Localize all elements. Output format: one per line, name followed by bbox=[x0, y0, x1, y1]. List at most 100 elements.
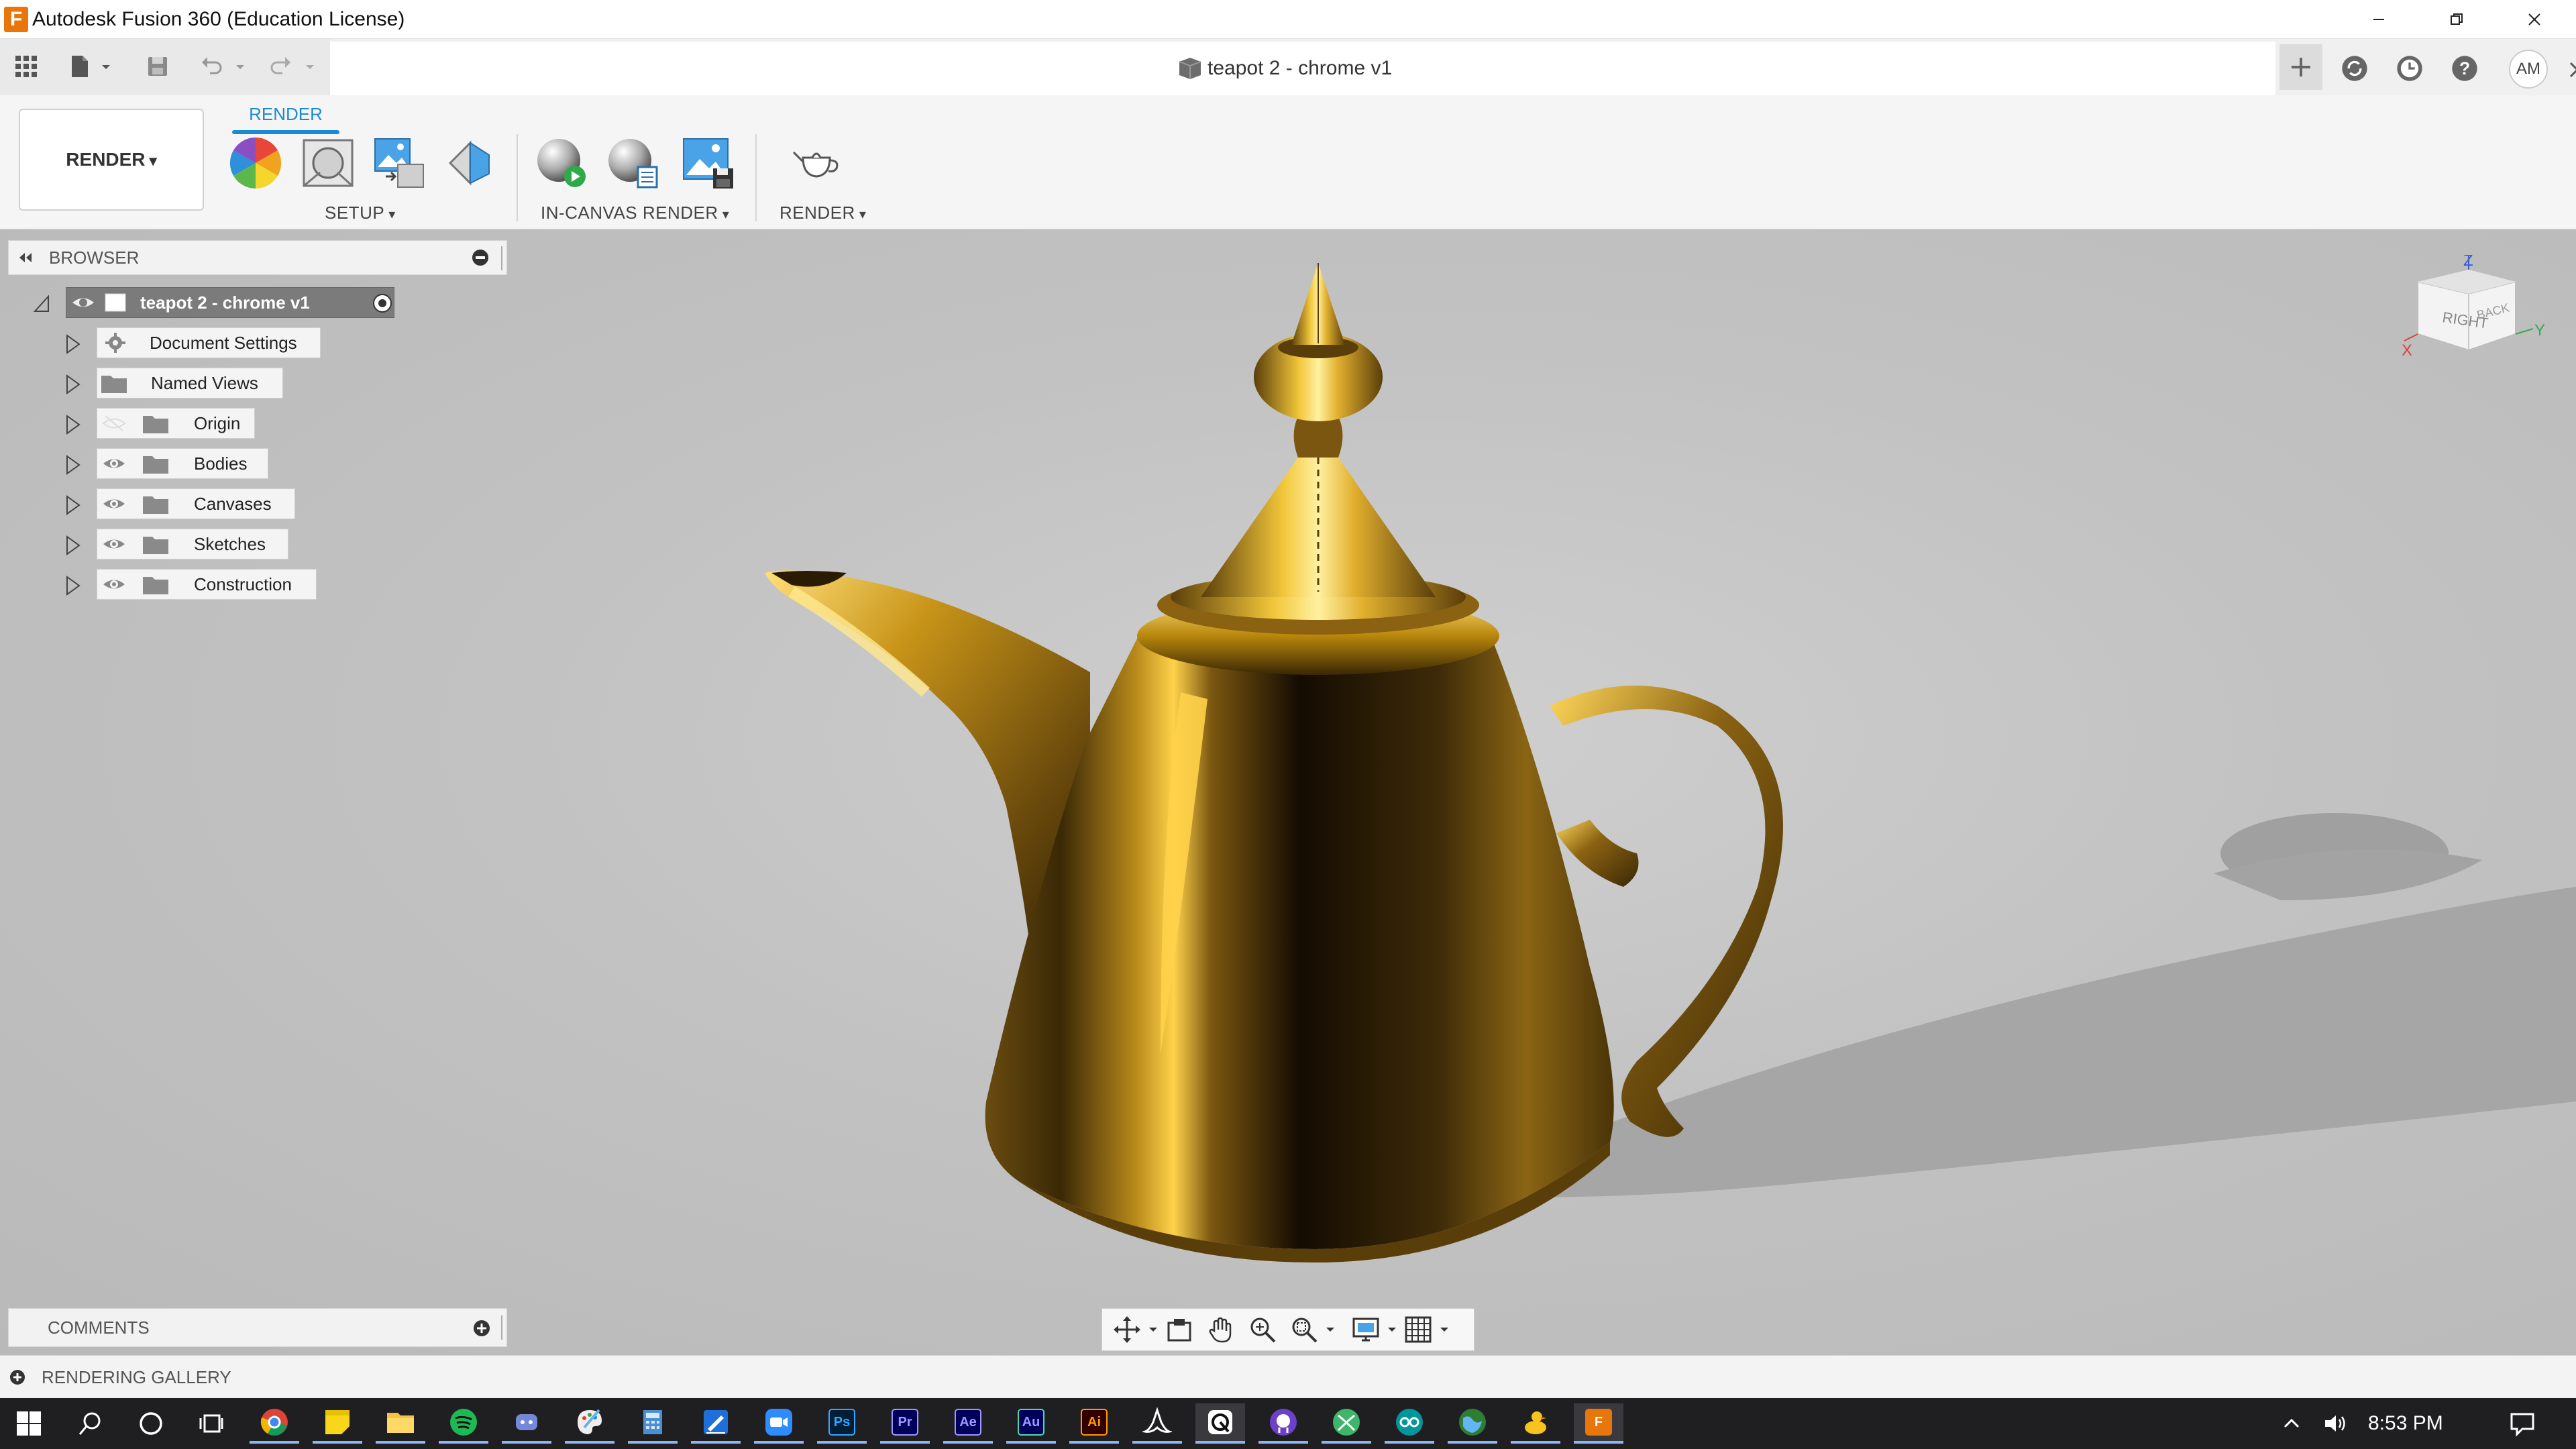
taskbar-app-audition[interactable]: Au bbox=[1006, 1403, 1056, 1444]
look-at-button[interactable] bbox=[1159, 1311, 1200, 1348]
chevron-down-icon[interactable] bbox=[1439, 1326, 1450, 1334]
taskbar-app-after-effects[interactable]: Ae bbox=[943, 1403, 993, 1444]
cortana-button[interactable] bbox=[126, 1403, 176, 1444]
expand-triangle-icon[interactable] bbox=[64, 495, 82, 515]
browser-node[interactable]: Document Settings bbox=[97, 327, 321, 358]
viewcube[interactable]: RIGHT BACK Z X Y bbox=[2402, 255, 2563, 402]
taskbar-app-illustrator[interactable]: Ai bbox=[1069, 1403, 1119, 1444]
capture-image-button[interactable] bbox=[678, 133, 738, 193]
browser-root-node[interactable]: teapot 2 - chrome v1 bbox=[66, 287, 394, 318]
restore-button[interactable] bbox=[2418, 0, 2496, 39]
job-status-button[interactable] bbox=[2392, 51, 2427, 86]
orbit-button[interactable] bbox=[1106, 1311, 1148, 1348]
save-button[interactable] bbox=[142, 51, 173, 82]
browser-node[interactable]: Bodies bbox=[97, 448, 268, 479]
file-menu-button[interactable] bbox=[64, 51, 95, 82]
decal-button[interactable] bbox=[440, 133, 500, 193]
eye-icon[interactable] bbox=[70, 292, 96, 313]
browser-node[interactable]: Canvases bbox=[97, 488, 295, 519]
taskbar-app-photoshop[interactable]: Ps bbox=[817, 1403, 867, 1444]
pan-button[interactable] bbox=[1200, 1311, 1242, 1348]
taskbar-app-whiteboard[interactable] bbox=[691, 1403, 741, 1444]
chevron-down-icon[interactable] bbox=[235, 63, 246, 71]
new-tab-button[interactable] bbox=[2279, 44, 2322, 90]
panel-resize-grip[interactable] bbox=[501, 246, 505, 270]
eye-icon[interactable] bbox=[101, 494, 127, 514]
plus-circle-icon[interactable] bbox=[473, 1320, 490, 1337]
browser-node[interactable]: Origin bbox=[97, 408, 255, 439]
taskbar-app-snipping-tool[interactable] bbox=[1195, 1403, 1245, 1444]
taskbar-app-zoom[interactable] bbox=[754, 1403, 804, 1444]
panel-resize-grip[interactable] bbox=[501, 1316, 505, 1340]
expand-triangle-icon[interactable] bbox=[64, 334, 82, 354]
expand-triangle-icon[interactable] bbox=[64, 374, 82, 394]
eye-icon[interactable] bbox=[101, 453, 127, 474]
close-window-button[interactable] bbox=[2496, 0, 2573, 39]
taskbar-app-browser[interactable] bbox=[1448, 1403, 1497, 1444]
in-canvas-render-settings-button[interactable] bbox=[602, 133, 663, 193]
show-hidden-icons-button[interactable] bbox=[2273, 1403, 2310, 1444]
taskbar-app-chrome[interactable] bbox=[250, 1403, 299, 1444]
collapse-panel-icon[interactable] bbox=[15, 248, 36, 268]
appearance-button[interactable] bbox=[225, 133, 286, 193]
taskbar-app-calculator[interactable] bbox=[628, 1403, 678, 1444]
chevron-down-icon[interactable] bbox=[1148, 1326, 1159, 1334]
eye-icon[interactable] bbox=[101, 574, 127, 594]
chevron-down-icon[interactable] bbox=[1387, 1326, 1397, 1334]
taskbar-app-arduino[interactable] bbox=[1385, 1403, 1434, 1444]
expand-triangle-icon[interactable] bbox=[64, 415, 82, 435]
browser-node[interactable]: Sketches bbox=[97, 529, 288, 559]
taskbar-clock[interactable]: 8:53 PM bbox=[2368, 1407, 2443, 1440]
chevron-down-icon[interactable] bbox=[1325, 1326, 1336, 1334]
help-button[interactable]: ? bbox=[2447, 51, 2482, 86]
redo-button[interactable] bbox=[266, 51, 297, 82]
browser-node[interactable]: Named Views bbox=[97, 368, 283, 398]
eye-icon[interactable] bbox=[101, 534, 127, 554]
expand-triangle-icon[interactable] bbox=[64, 576, 82, 596]
in-canvas-render-button[interactable] bbox=[531, 133, 592, 193]
taskbar-app-paint[interactable] bbox=[565, 1403, 614, 1444]
taskbar-app-sticky-notes[interactable] bbox=[313, 1403, 362, 1444]
data-panel-button[interactable] bbox=[11, 51, 42, 82]
notifications-button[interactable] bbox=[2496, 1403, 2549, 1444]
group-label-setup[interactable]: SETUP bbox=[325, 203, 396, 223]
taskbar-app-github[interactable] bbox=[1258, 1403, 1308, 1444]
chevron-down-icon[interactable] bbox=[101, 63, 111, 71]
taskbar-app-premiere[interactable]: Pr bbox=[880, 1403, 930, 1444]
activate-radio-icon[interactable] bbox=[372, 292, 393, 314]
workspace-switcher[interactable]: RENDER bbox=[19, 109, 204, 211]
zoom-button[interactable] bbox=[1242, 1311, 1283, 1348]
minus-circle-icon[interactable] bbox=[472, 249, 489, 266]
comments-panel-header[interactable]: COMMENTS bbox=[8, 1308, 507, 1347]
browser-node[interactable]: Construction bbox=[97, 569, 317, 600]
tab-render[interactable]: RENDER bbox=[232, 99, 339, 133]
start-button[interactable] bbox=[4, 1403, 54, 1444]
teapot-render[interactable] bbox=[0, 229, 2576, 1355]
taskbar-app-discord[interactable] bbox=[502, 1403, 551, 1444]
extensions-button[interactable] bbox=[2337, 51, 2372, 86]
expanded-triangle-icon[interactable] bbox=[34, 294, 51, 314]
document-tab[interactable]: teapot 2 - chrome v1 bbox=[330, 42, 2576, 95]
chevron-down-icon[interactable] bbox=[305, 63, 315, 71]
display-settings-button[interactable] bbox=[1345, 1311, 1387, 1348]
taskbar-app-cyberduck[interactable] bbox=[1511, 1403, 1560, 1444]
group-label-render[interactable]: RENDER bbox=[780, 203, 866, 223]
user-avatar[interactable]: AM bbox=[2509, 50, 2548, 89]
task-view-button[interactable] bbox=[186, 1403, 236, 1444]
undo-button[interactable] bbox=[196, 51, 227, 82]
volume-button[interactable] bbox=[2317, 1403, 2355, 1444]
canvas-viewport[interactable]: RIGHT BACK Z X Y bbox=[0, 229, 2576, 1355]
minimize-button[interactable] bbox=[2340, 0, 2418, 39]
expand-triangle-icon[interactable] bbox=[64, 535, 82, 555]
eye-hidden-icon[interactable] bbox=[101, 413, 127, 433]
taskbar-app-xbox[interactable] bbox=[1322, 1403, 1371, 1444]
texture-map-button[interactable] bbox=[369, 133, 429, 193]
search-button[interactable] bbox=[66, 1403, 115, 1444]
grid-settings-button[interactable] bbox=[1397, 1311, 1439, 1348]
close-tab-icon[interactable] bbox=[2564, 56, 2576, 83]
taskbar-app-fusion-360[interactable]: F bbox=[1574, 1403, 1623, 1444]
taskbar-app-spotify[interactable] bbox=[439, 1403, 488, 1444]
taskbar-app-acrobat[interactable] bbox=[1132, 1403, 1182, 1444]
scene-settings-button[interactable] bbox=[298, 133, 358, 193]
expand-triangle-icon[interactable] bbox=[64, 455, 82, 475]
